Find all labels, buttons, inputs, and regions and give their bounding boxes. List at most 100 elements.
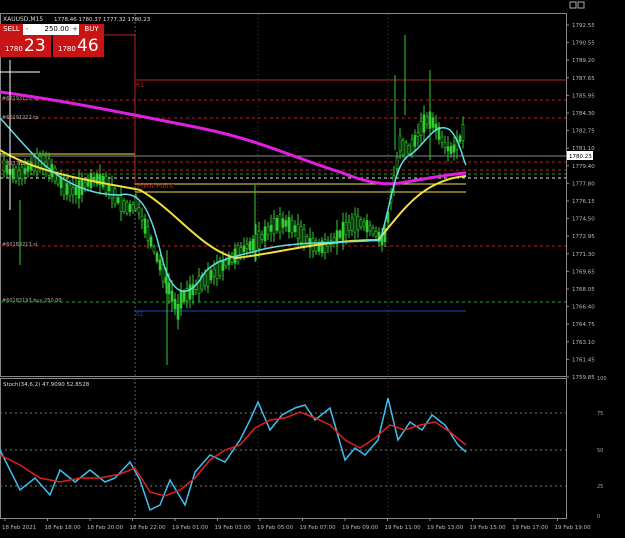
candle-body <box>47 158 51 176</box>
candle-body <box>452 144 456 153</box>
price-axis-label: 1792.55 <box>572 23 595 29</box>
price-axis: 1792.55 1790.55 1789.20 1787.65 1785.95 1784.… <box>566 23 595 381</box>
candle-body <box>179 289 183 309</box>
time-axis-label: 18 Feb 20:00 <box>87 525 124 531</box>
candle-body <box>374 230 378 238</box>
candle-body <box>11 168 15 179</box>
candle-body <box>299 226 303 243</box>
candle-body <box>143 218 147 234</box>
lot-size-input[interactable]: - 250.00 + <box>23 24 79 35</box>
time-axis-label: 19 Feb 09:00 <box>342 525 379 531</box>
buy-button[interactable]: BUY <box>79 24 104 35</box>
candle-body <box>113 188 117 205</box>
candle-body <box>425 116 429 125</box>
candle-body <box>296 223 300 240</box>
candle-body <box>248 241 252 251</box>
candle-body <box>212 268 216 277</box>
candle-body <box>32 157 36 172</box>
candle-body <box>407 145 411 154</box>
current-price-label: 1780.23 <box>569 154 592 160</box>
price-axis-label: 1774.50 <box>572 217 595 223</box>
lot-decrease-button[interactable]: - <box>23 24 31 35</box>
chart-window[interactable]: R1 Pivot Point S1 #60193120 tp #60191222… <box>0 0 625 534</box>
pivot-label: Pivot Point <box>137 182 174 190</box>
price-axis-label: 1789.20 <box>572 58 595 64</box>
candle-body <box>338 230 342 238</box>
sell-button[interactable]: SELL <box>0 24 23 35</box>
candle-body <box>155 252 159 262</box>
candle-body <box>419 121 423 136</box>
candle-body <box>461 124 465 141</box>
price-axis-label: 1771.30 <box>572 252 595 258</box>
candle-body <box>404 142 408 158</box>
candle-body <box>5 165 9 174</box>
sell-price-button[interactable]: 1780 23 <box>0 35 51 57</box>
price-axis-label: 1787.65 <box>572 76 595 82</box>
candle-body <box>83 182 87 188</box>
candle-body <box>368 225 372 232</box>
candle-body <box>116 197 120 204</box>
candle-body <box>230 253 234 264</box>
candle-body <box>293 225 297 233</box>
candle-body <box>410 138 414 154</box>
candle-body <box>272 218 276 234</box>
candle-body <box>290 219 294 233</box>
candle-body <box>236 244 240 263</box>
candle-body <box>68 185 72 197</box>
buy-price-button[interactable]: 1780 46 <box>53 35 104 57</box>
candle-body <box>239 247 243 256</box>
candle-body <box>449 145 453 155</box>
candle-body <box>347 221 351 231</box>
candle-body <box>149 236 153 247</box>
candle-body <box>416 132 420 138</box>
candle-body <box>431 117 435 128</box>
order-label: #60183193 buy 250.00 <box>2 298 62 304</box>
lot-value[interactable]: 250.00 <box>31 24 71 35</box>
candle-body <box>14 167 18 182</box>
candle-body <box>71 187 75 196</box>
time-axis-label: 19 Feb 11:00 <box>385 525 422 531</box>
candle-body <box>125 201 129 214</box>
price-axis-label: 1782.75 <box>572 129 595 135</box>
candle-body <box>131 204 135 211</box>
candle-body <box>356 215 360 231</box>
stoch-main-line <box>0 397 467 512</box>
candle-body <box>59 177 63 189</box>
moving-average-cyan <box>0 117 467 292</box>
candle-body <box>260 233 264 240</box>
price-axis-label: 1766.40 <box>572 305 595 311</box>
price-axis-label: 1761.45 <box>572 357 595 363</box>
candle-body <box>65 183 69 195</box>
time-axis-label: 19 Feb 17:00 <box>512 525 549 531</box>
candle-body <box>251 238 255 251</box>
price-axis-label: 1777.80 <box>572 181 595 187</box>
lot-increase-button[interactable]: + <box>71 24 79 35</box>
stoch-axis-label: 25 <box>597 484 603 490</box>
candle-body <box>161 264 165 282</box>
window-control-icon <box>577 1 585 9</box>
stoch-axis-label: 100 <box>597 376 607 382</box>
price-chart[interactable]: R1 Pivot Point S1 #60193120 tp #60191222… <box>0 0 625 534</box>
candle-body <box>110 185 114 199</box>
candle-body <box>365 220 369 233</box>
candle-body <box>137 207 141 214</box>
candle-body <box>197 275 201 295</box>
price-axis-label: 1785.95 <box>572 93 595 99</box>
window-control-icon <box>569 1 577 9</box>
stoch-axis-label: 50 <box>597 448 603 454</box>
candle-body <box>323 239 327 254</box>
candle-body <box>371 227 375 235</box>
time-axis-label: 18 Feb 22:00 <box>130 525 167 531</box>
candle-body <box>146 226 150 242</box>
price-axis-label: 1779.40 <box>572 164 595 170</box>
candle-body <box>209 270 213 281</box>
price-axis-label: 1763.10 <box>572 340 595 346</box>
sell-price-prefix: 1780 <box>5 45 23 53</box>
time-axis-label: 18 Feb 18:00 <box>45 525 82 531</box>
candle-body <box>278 214 282 233</box>
time-axis: 18 Feb 2021 18 Feb 18:00 18 Feb 20:00 18 Fe… <box>2 518 591 531</box>
candle-body <box>176 303 180 320</box>
price-axis-label: 1790.55 <box>572 41 595 47</box>
candle-body <box>224 260 228 267</box>
time-axis-label: 19 Feb 15:00 <box>470 525 507 531</box>
